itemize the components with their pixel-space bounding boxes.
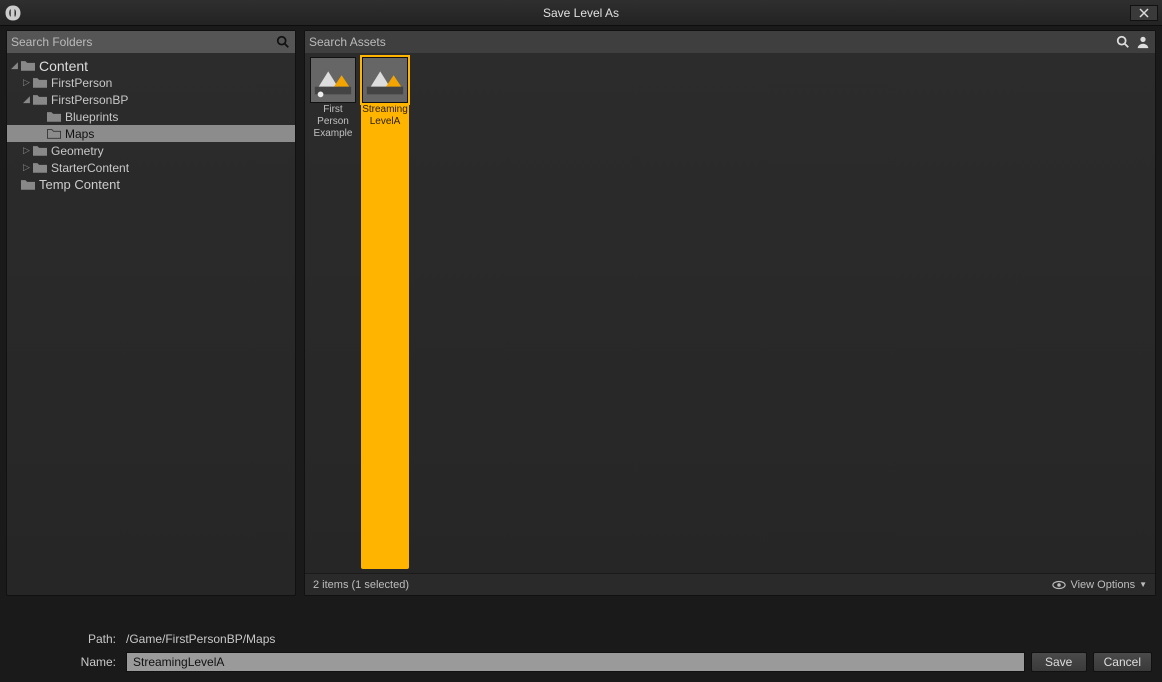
tree-item-maps[interactable]: Maps [7,125,295,142]
expand-icon[interactable]: ◢ [11,60,21,71]
status-bar: 2 items (1 selected) View Options ▼ [305,573,1155,595]
folder-icon [33,145,47,157]
tree-label: Content [39,58,88,74]
view-options-label: View Options [1070,579,1135,591]
chevron-down-icon: ▼ [1139,580,1147,589]
folder-icon [47,111,61,123]
window-title: Save Level As [0,6,1162,20]
save-form: Path: /Game/FirstPersonBP/Maps Name: Sav… [0,624,1162,682]
tree-item-firstperson[interactable]: ▷ FirstPerson [7,74,295,91]
tree-label: FirstPersonBP [51,93,128,107]
expand-icon[interactable]: ▷ [23,162,33,173]
tree-label: Maps [65,127,94,141]
folder-icon [21,179,35,191]
asset-label: Streaming LevelA [361,104,409,128]
titlebar: Save Level As [0,0,1162,26]
app-logo-icon [0,0,26,26]
tree-label: Blueprints [65,110,118,124]
search-assets-input[interactable] [309,35,1111,49]
search-assets-row [305,31,1155,53]
asset-label: First Person Example [309,104,357,140]
asset-item[interactable]: First Person Example [309,57,357,569]
expand-icon[interactable]: ▷ [23,77,33,88]
tree-item-startercontent[interactable]: ▷ StarterContent [7,159,295,176]
folder-icon [33,94,47,106]
tree-label: Temp Content [39,177,120,192]
save-button[interactable]: Save [1031,652,1087,672]
eye-icon [1052,580,1066,590]
search-icon[interactable] [275,34,291,50]
folder-icon [33,162,47,174]
expand-icon[interactable]: ▷ [23,145,33,156]
tree-label: StarterContent [51,161,129,175]
folder-icon [47,128,61,140]
search-folders-row [7,31,295,53]
folder-icon [21,60,35,72]
search-icon[interactable] [1115,34,1131,50]
assets-grid: First Person Example Streaming LevelA [305,53,1155,573]
asset-item[interactable]: Streaming LevelA [361,57,409,569]
folder-panel: ◢ Content ▷ FirstPerson ◢ FirstPersonBP … [6,30,296,596]
item-count: 2 items (1 selected) [313,579,409,591]
folder-tree: ◢ Content ▷ FirstPerson ◢ FirstPersonBP … [7,53,295,595]
name-row: Name: Save Cancel [10,652,1152,672]
tree-item-blueprints[interactable]: Blueprints [7,108,295,125]
level-thumb-icon [310,57,356,103]
name-input[interactable] [126,652,1025,672]
tree-item-geometry[interactable]: ▷ Geometry [7,142,295,159]
tree-item-tempcontent[interactable]: Temp Content [7,176,295,193]
tree-item-firstpersonbp[interactable]: ◢ FirstPersonBP [7,91,295,108]
user-icon[interactable] [1135,34,1151,50]
view-options-button[interactable]: View Options ▼ [1052,579,1147,591]
assets-panel: First Person Example Streaming LevelA 2 … [304,30,1156,596]
path-label: Path: [10,632,126,646]
tree-label: FirstPerson [51,76,112,90]
folder-icon [33,77,47,89]
name-label: Name: [10,655,126,669]
level-thumb-icon [362,57,408,103]
path-value: /Game/FirstPersonBP/Maps [126,632,275,646]
tree-label: Geometry [51,144,104,158]
tree-item-content[interactable]: ◢ Content [7,57,295,74]
path-row: Path: /Game/FirstPersonBP/Maps [10,632,1152,646]
cancel-button[interactable]: Cancel [1093,652,1152,672]
search-folders-input[interactable] [11,35,271,49]
close-button[interactable] [1130,5,1158,21]
expand-icon[interactable]: ◢ [23,94,33,105]
